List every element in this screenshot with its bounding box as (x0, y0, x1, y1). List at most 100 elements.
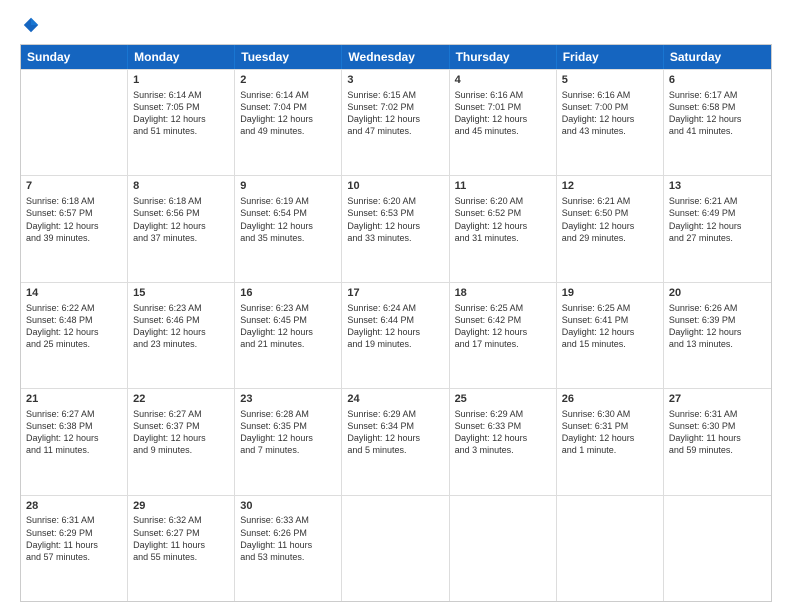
cal-cell-2-7: 13Sunrise: 6:21 AMSunset: 6:49 PMDayligh… (664, 176, 771, 281)
day-info-line: Sunset: 6:52 PM (455, 207, 551, 219)
day-info-line: and 39 minutes. (26, 232, 122, 244)
day-info-line: Sunset: 6:26 PM (240, 527, 336, 539)
day-number: 24 (347, 392, 443, 407)
day-info-line: and 15 minutes. (562, 338, 658, 350)
day-number: 8 (133, 179, 229, 194)
day-number: 6 (669, 73, 766, 88)
day-info-line: Daylight: 12 hours (347, 220, 443, 232)
day-info-line: Sunset: 6:57 PM (26, 207, 122, 219)
day-info-line: and 11 minutes. (26, 444, 122, 456)
day-info-line: Daylight: 12 hours (347, 326, 443, 338)
day-number: 9 (240, 179, 336, 194)
day-info-line: Sunset: 6:50 PM (562, 207, 658, 219)
day-info-line: Sunrise: 6:19 AM (240, 195, 336, 207)
day-info-line: Sunset: 7:01 PM (455, 101, 551, 113)
day-info-line: Sunset: 7:00 PM (562, 101, 658, 113)
day-info-line: Daylight: 12 hours (347, 432, 443, 444)
cal-cell-3-4: 17Sunrise: 6:24 AMSunset: 6:44 PMDayligh… (342, 283, 449, 388)
cal-cell-5-5 (450, 496, 557, 601)
cal-cell-3-6: 19Sunrise: 6:25 AMSunset: 6:41 PMDayligh… (557, 283, 664, 388)
day-info-line: Daylight: 12 hours (240, 113, 336, 125)
day-info-line: Sunrise: 6:24 AM (347, 302, 443, 314)
cal-cell-4-4: 24Sunrise: 6:29 AMSunset: 6:34 PMDayligh… (342, 389, 449, 494)
logo (20, 16, 40, 34)
day-info-line: Sunset: 6:46 PM (133, 314, 229, 326)
day-number: 7 (26, 179, 122, 194)
cal-cell-3-7: 20Sunrise: 6:26 AMSunset: 6:39 PMDayligh… (664, 283, 771, 388)
cal-week-3: 14Sunrise: 6:22 AMSunset: 6:48 PMDayligh… (21, 282, 771, 388)
day-info-line: Daylight: 12 hours (240, 326, 336, 338)
day-number: 10 (347, 179, 443, 194)
cal-week-2: 7Sunrise: 6:18 AMSunset: 6:57 PMDaylight… (21, 175, 771, 281)
day-info-line: and 47 minutes. (347, 125, 443, 137)
cal-cell-5-6 (557, 496, 664, 601)
day-info-line: Sunrise: 6:17 AM (669, 89, 766, 101)
day-info-line: Daylight: 12 hours (240, 220, 336, 232)
day-info-line: Sunrise: 6:18 AM (26, 195, 122, 207)
day-info-line: Sunrise: 6:16 AM (455, 89, 551, 101)
day-info-line: Sunset: 6:53 PM (347, 207, 443, 219)
day-number: 29 (133, 499, 229, 514)
day-number: 16 (240, 286, 336, 301)
day-info-line: Sunset: 6:44 PM (347, 314, 443, 326)
day-info-line: Sunset: 6:35 PM (240, 420, 336, 432)
day-info-line: Daylight: 11 hours (26, 539, 122, 551)
cal-cell-1-4: 3Sunrise: 6:15 AMSunset: 7:02 PMDaylight… (342, 70, 449, 175)
cal-cell-5-4 (342, 496, 449, 601)
logo-icon (22, 16, 40, 34)
day-info-line: Sunrise: 6:18 AM (133, 195, 229, 207)
day-info-line: and 51 minutes. (133, 125, 229, 137)
cal-cell-2-1: 7Sunrise: 6:18 AMSunset: 6:57 PMDaylight… (21, 176, 128, 281)
cal-header-cell-tuesday: Tuesday (235, 45, 342, 69)
day-info-line: Sunset: 6:42 PM (455, 314, 551, 326)
cal-cell-3-5: 18Sunrise: 6:25 AMSunset: 6:42 PMDayligh… (450, 283, 557, 388)
cal-cell-2-4: 10Sunrise: 6:20 AMSunset: 6:53 PMDayligh… (342, 176, 449, 281)
day-number: 21 (26, 392, 122, 407)
cal-header-cell-monday: Monday (128, 45, 235, 69)
day-info-line: Daylight: 12 hours (133, 326, 229, 338)
day-info-line: Sunrise: 6:26 AM (669, 302, 766, 314)
day-info-line: Sunset: 6:31 PM (562, 420, 658, 432)
day-number: 30 (240, 499, 336, 514)
cal-week-1: 1Sunrise: 6:14 AMSunset: 7:05 PMDaylight… (21, 69, 771, 175)
day-number: 18 (455, 286, 551, 301)
day-number: 11 (455, 179, 551, 194)
day-info-line: Sunset: 7:04 PM (240, 101, 336, 113)
day-info-line: Sunrise: 6:20 AM (347, 195, 443, 207)
cal-header-cell-friday: Friday (557, 45, 664, 69)
day-info-line: and 21 minutes. (240, 338, 336, 350)
day-info-line: and 27 minutes. (669, 232, 766, 244)
day-info-line: Sunset: 6:49 PM (669, 207, 766, 219)
cal-cell-4-1: 21Sunrise: 6:27 AMSunset: 6:38 PMDayligh… (21, 389, 128, 494)
calendar-header-row: SundayMondayTuesdayWednesdayThursdayFrid… (21, 45, 771, 69)
day-info-line: and 45 minutes. (455, 125, 551, 137)
cal-cell-2-5: 11Sunrise: 6:20 AMSunset: 6:52 PMDayligh… (450, 176, 557, 281)
day-info-line: Sunset: 6:34 PM (347, 420, 443, 432)
day-info-line: Sunrise: 6:25 AM (455, 302, 551, 314)
calendar-body: 1Sunrise: 6:14 AMSunset: 7:05 PMDaylight… (21, 69, 771, 601)
day-info-line: Sunrise: 6:21 AM (669, 195, 766, 207)
day-info-line: Daylight: 12 hours (26, 220, 122, 232)
day-info-line: and 59 minutes. (669, 444, 766, 456)
cal-week-4: 21Sunrise: 6:27 AMSunset: 6:38 PMDayligh… (21, 388, 771, 494)
day-info-line: and 49 minutes. (240, 125, 336, 137)
day-info-line: Daylight: 12 hours (240, 432, 336, 444)
day-info-line: Daylight: 12 hours (562, 326, 658, 338)
day-number: 4 (455, 73, 551, 88)
day-info-line: Daylight: 12 hours (133, 113, 229, 125)
day-info-line: Sunrise: 6:28 AM (240, 408, 336, 420)
day-info-line: Sunrise: 6:27 AM (133, 408, 229, 420)
day-info-line: Sunrise: 6:27 AM (26, 408, 122, 420)
day-info-line: and 7 minutes. (240, 444, 336, 456)
cal-cell-1-2: 1Sunrise: 6:14 AMSunset: 7:05 PMDaylight… (128, 70, 235, 175)
day-info-line: Daylight: 11 hours (669, 432, 766, 444)
cal-cell-3-3: 16Sunrise: 6:23 AMSunset: 6:45 PMDayligh… (235, 283, 342, 388)
day-info-line: Daylight: 12 hours (455, 326, 551, 338)
day-info-line: Sunrise: 6:14 AM (133, 89, 229, 101)
day-number: 15 (133, 286, 229, 301)
day-info-line: and 23 minutes. (133, 338, 229, 350)
day-info-line: Sunset: 7:05 PM (133, 101, 229, 113)
cal-header-cell-thursday: Thursday (450, 45, 557, 69)
day-info-line: and 13 minutes. (669, 338, 766, 350)
day-info-line: and 37 minutes. (133, 232, 229, 244)
